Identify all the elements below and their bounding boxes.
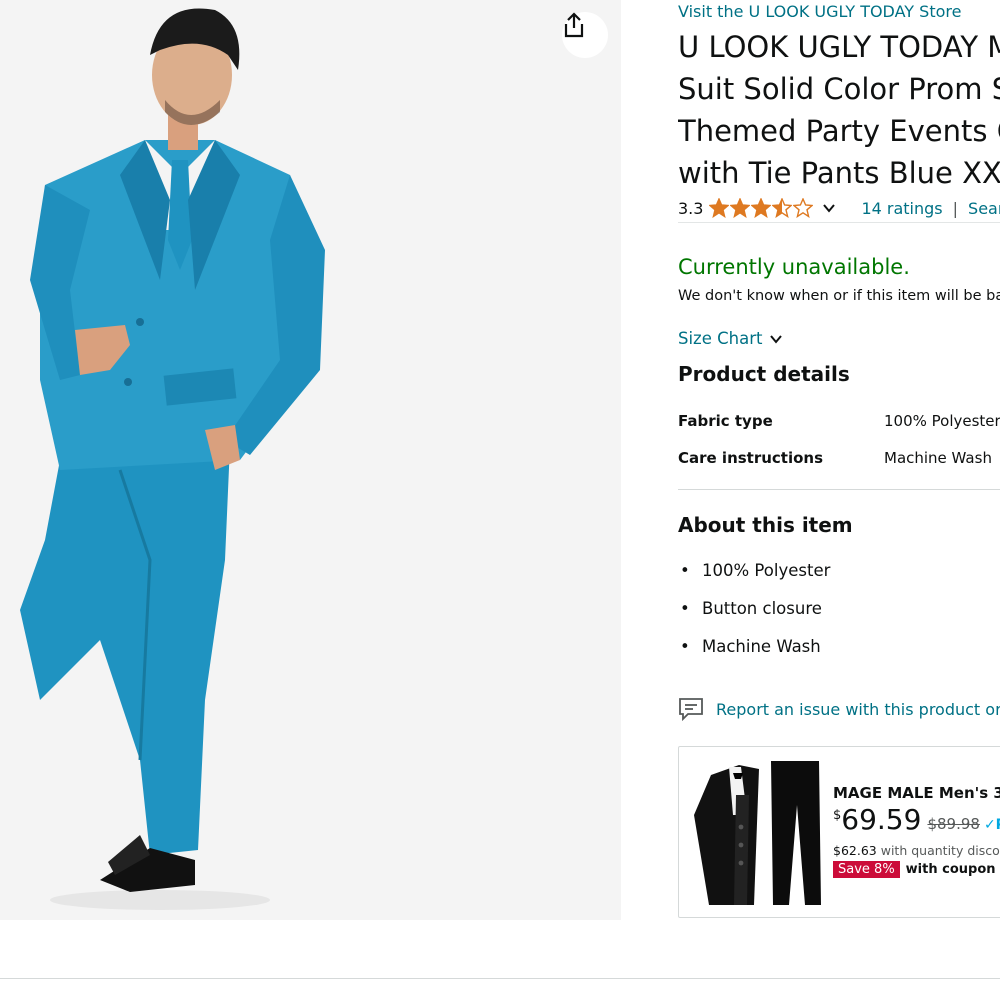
report-issue-link[interactable]: Report an issue with this product or sel… bbox=[678, 696, 1000, 722]
detail-key: Fabric type bbox=[678, 412, 773, 430]
rating-value: 3.3 bbox=[678, 198, 704, 218]
separator: | bbox=[952, 198, 959, 218]
quantity-text: with quantity discount bbox=[880, 843, 1000, 858]
comment-flag-icon bbox=[679, 698, 703, 722]
star-full-icon bbox=[730, 198, 751, 218]
sponsored-product-title[interactable]: MAGE MALE Men's 3 Pieces Suit bbox=[833, 784, 1000, 802]
star-half-icon bbox=[772, 198, 793, 218]
save-badge: Save 8% bbox=[833, 861, 900, 878]
quantity-price: $62.63 bbox=[833, 843, 877, 858]
product-image-gallery[interactable] bbox=[0, 0, 621, 920]
list-price: $89.98 bbox=[927, 815, 980, 833]
sponsored-price: $ 69.59 $89.98 ✓Prime bbox=[833, 803, 1000, 836]
product-main-image[interactable] bbox=[0, 0, 621, 920]
sponsored-product-card[interactable]: MAGE MALE Men's 3 Pieces Suit $ 69.59 $8… bbox=[678, 746, 1000, 918]
about-bullet: Machine Wash bbox=[678, 637, 830, 675]
quantity-discount: $62.63 with quantity discount bbox=[833, 843, 1000, 858]
about-bullets: 100% Polyester Button closure Machine Wa… bbox=[678, 561, 830, 675]
availability-note: We don't know when or if this item will … bbox=[678, 288, 1000, 304]
store-link[interactable]: Visit the U LOOK UGLY TODAY Store bbox=[678, 2, 961, 21]
ratings-row: 3.3 14 ratings | Search this page bbox=[678, 196, 1000, 220]
detail-value: 100% Polyester bbox=[884, 412, 1000, 430]
about-bullet: Button closure bbox=[678, 599, 830, 637]
size-chart-label: Size Chart bbox=[678, 329, 763, 348]
report-issue-label: Report an issue with this product or sel… bbox=[716, 699, 1000, 719]
star-full-icon bbox=[709, 198, 730, 218]
size-chart-link[interactable]: Size Chart bbox=[678, 329, 784, 348]
star-full-icon bbox=[751, 198, 772, 218]
search-page-link[interactable]: Search this page bbox=[968, 199, 1000, 218]
product-title-line: with Tie Pants Blue XX-Small bbox=[678, 156, 1000, 190]
divider bbox=[678, 489, 1000, 490]
product-title-line: Suit Solid Color Prom Suit bbox=[678, 72, 1000, 106]
coupon-text: with coupon bbox=[905, 862, 996, 877]
about-heading: About this item bbox=[678, 513, 853, 537]
share-button[interactable] bbox=[562, 12, 608, 58]
star-empty-icon bbox=[793, 198, 814, 218]
ratings-count-link[interactable]: 14 ratings bbox=[861, 199, 942, 218]
product-info-panel: Visit the U LOOK UGLY TODAY Store U LOOK… bbox=[678, 0, 1000, 930]
coupon-row: Save 8% with coupon bbox=[833, 861, 996, 878]
share-icon bbox=[564, 12, 584, 38]
page-divider bbox=[0, 978, 1000, 979]
chevron-down-icon[interactable] bbox=[821, 200, 837, 216]
price-amount: 69.59 bbox=[841, 803, 922, 836]
sponsored-product-image[interactable] bbox=[689, 755, 824, 910]
divider bbox=[678, 222, 1000, 223]
detail-value: Machine Wash bbox=[884, 449, 992, 467]
availability-status: Currently unavailable. bbox=[678, 255, 910, 279]
star-rating[interactable] bbox=[709, 198, 814, 218]
product-title-line: U LOOK UGLY TODAY Men's bbox=[678, 30, 1000, 64]
detail-key: Care instructions bbox=[678, 449, 824, 467]
prime-badge: ✓Prime bbox=[983, 817, 1000, 833]
product-details-heading: Product details bbox=[678, 362, 850, 386]
about-bullet: 100% Polyester bbox=[678, 561, 830, 599]
price-currency: $ bbox=[833, 808, 842, 823]
chevron-down-icon bbox=[770, 334, 783, 344]
product-title: U LOOK UGLY TODAY Men's Suit Solid Color… bbox=[678, 26, 1000, 194]
product-title-line: Themed Party Events Costume bbox=[678, 114, 1000, 148]
